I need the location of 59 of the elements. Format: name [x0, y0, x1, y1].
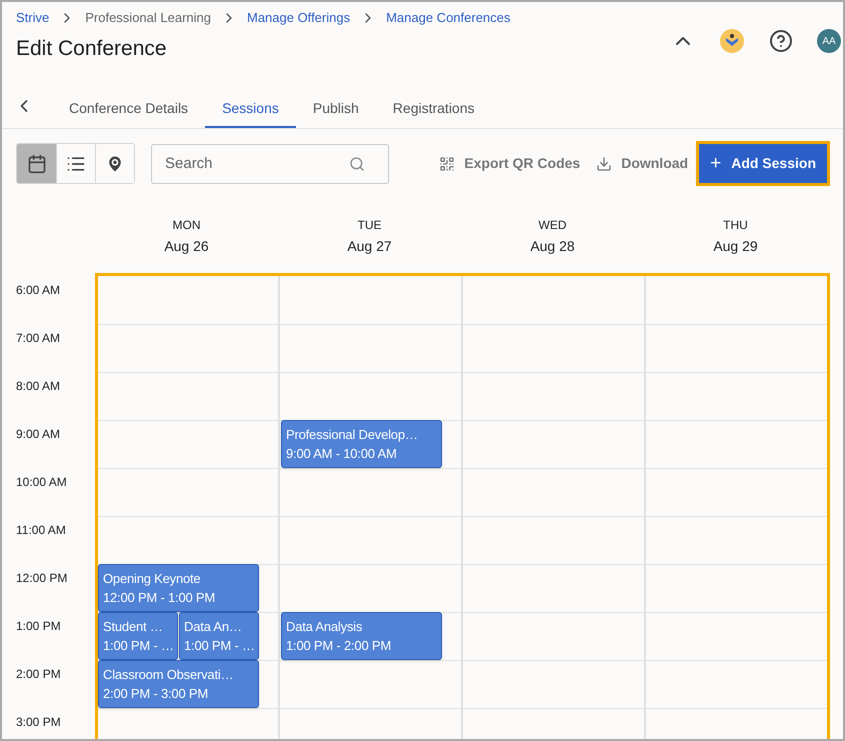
session-event[interactable]: Professional Develop… 9:00 AM - 10:00 AM: [281, 420, 442, 468]
download-icon: [596, 156, 612, 172]
search-icon: [349, 156, 365, 172]
toolbar-button[interactable]: Export QR Codes: [439, 153, 580, 174]
event-title: Student …: [103, 618, 164, 636]
breadcrumb-link[interactable]: Strive: [16, 8, 50, 28]
event-time: 12:00 PM - 1:00 PM: [103, 589, 216, 607]
view-toggle-button[interactable]: [95, 144, 134, 183]
session-event[interactable]: Data An… 1:00 PM - …: [179, 612, 259, 660]
time-label: 3:00 PM: [16, 715, 61, 729]
breadcrumb-item: Professional Learning: [85, 9, 211, 27]
tab[interactable]: Conference Details: [52, 90, 206, 128]
weekday-label: TUE: [358, 217, 382, 234]
breadcrumb-link[interactable]: Manage Offerings: [246, 8, 350, 28]
qr-code-icon: [439, 156, 456, 172]
date-label: Aug 28: [530, 237, 575, 256]
calendar-icon: [26, 154, 46, 174]
event-time: 9:00 AM - 10:00 AM: [286, 445, 398, 463]
tab[interactable]: Sessions: [205, 90, 296, 128]
event-title: Data An…: [184, 618, 243, 636]
session-event[interactable]: Student … 1:00 PM - …: [98, 612, 178, 660]
tab[interactable]: Publish: [296, 90, 376, 128]
toolbar-button[interactable]: Download: [596, 153, 688, 174]
user-avatar[interactable]: AA: [817, 29, 841, 53]
breadcrumb-link[interactable]: Manage Conferences: [386, 8, 510, 28]
session-event[interactable]: Classroom Observati… 2:00 PM - 3:00 PM: [98, 660, 259, 708]
time-label: 11:00 AM: [16, 523, 66, 537]
event-time: 1:00 PM - 2:00 PM: [286, 637, 392, 655]
event-title: Data Analysis: [286, 618, 364, 636]
event-title: Classroom Observati…: [103, 666, 234, 684]
session-event[interactable]: Opening Keynote 12:00 PM - 1:00 PM: [98, 564, 259, 612]
search-field[interactable]: Search: [151, 144, 389, 184]
event-title: Professional Develop…: [286, 426, 419, 444]
time-label: 7:00 AM: [16, 331, 60, 345]
time-label: 10:00 AM: [16, 475, 67, 489]
weekday-label: WED: [538, 217, 566, 234]
date-label: Aug 27: [347, 237, 392, 256]
time-label: 9:00 AM: [16, 427, 60, 441]
time-label: 12:00 PM: [16, 571, 68, 585]
event-title: Opening Keynote: [103, 570, 202, 588]
add-session-button[interactable]: + Add Session: [699, 144, 827, 183]
weekday-label: MON: [172, 217, 200, 234]
time-label: 6:00 AM: [16, 283, 60, 297]
app-logo-icon[interactable]: [719, 28, 745, 54]
time-label: 2:00 PM: [16, 667, 61, 681]
event-time: 1:00 PM - …: [184, 637, 254, 655]
date-label: Aug 29: [713, 237, 758, 256]
event-time: 2:00 PM - 3:00 PM: [103, 685, 209, 703]
tab[interactable]: Registrations: [376, 90, 492, 128]
help-icon[interactable]: [769, 29, 793, 53]
time-label: 1:00 PM: [16, 619, 61, 633]
time-label: 8:00 AM: [16, 379, 60, 393]
date-label: Aug 26: [164, 237, 209, 256]
session-event[interactable]: Data Analysis 1:00 PM - 2:00 PM: [281, 612, 442, 660]
weekday-label: THU: [723, 217, 748, 234]
plus-icon: +: [710, 154, 722, 173]
event-time: 1:00 PM - …: [103, 637, 173, 655]
page-title: Edit Conference: [16, 36, 168, 62]
view-toggle-button[interactable]: [17, 144, 56, 183]
